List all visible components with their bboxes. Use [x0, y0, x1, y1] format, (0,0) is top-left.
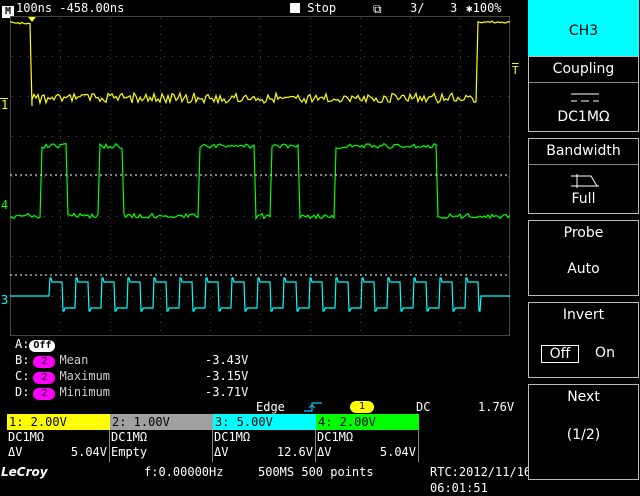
ch1-marker-line	[0, 98, 8, 99]
timebase-readout: 100ns -458.00ns	[16, 1, 125, 15]
ch3-scale[interactable]: 3: 5.00V	[213, 414, 316, 430]
probe-button[interactable]: Probe Auto	[528, 220, 639, 296]
acquisition-count: 3/	[410, 1, 425, 15]
ch4-marker[interactable]: 4	[1, 198, 8, 212]
gear-icon: ✱	[466, 2, 473, 15]
ch4-scale[interactable]: 4: 2.00V	[316, 414, 419, 430]
bandwidth-filter-icon	[571, 174, 599, 188]
ch2-details: DC1MΩ Empty	[110, 430, 213, 462]
ch4-details: DC1MΩ ΔV 5.04V	[316, 430, 419, 462]
dc-coupling-icon	[571, 93, 599, 102]
measurement-b[interactable]: B: 2 Mean -3.43V	[15, 352, 315, 368]
brand-logo: LeCroy	[1, 465, 48, 479]
acquisition-total: 3	[450, 1, 458, 15]
invert-button[interactable]: Invert Off On	[528, 302, 639, 378]
trigger-coupling: DC	[416, 400, 431, 414]
ch1-scale[interactable]: 1: 2.00V	[7, 414, 110, 430]
ch3-details: DC1MΩ ΔV 12.6V	[213, 430, 316, 462]
invert-on-option[interactable]: On	[585, 345, 625, 361]
run-state[interactable]: Stop	[290, 0, 336, 16]
waveform-display[interactable]	[10, 16, 510, 336]
trigger-type: Edge	[256, 400, 285, 414]
trigger-position-marker[interactable]	[28, 17, 36, 22]
rtc-readout: RTC:2012/11/16 06:01:51	[430, 465, 532, 495]
trigger-source: 1	[350, 401, 374, 413]
measurement-a-toggle[interactable]: Off	[29, 340, 56, 352]
ch1-marker[interactable]: 1	[1, 98, 8, 112]
status-bar: M 100ns -458.00ns Stop ⧉ 3/ 3 ✱100%	[0, 0, 527, 18]
footer-bar: LeCroy f:0.00000Hz 500MS 500 points RTC:…	[0, 464, 531, 495]
measurement-d[interactable]: D: 2 Minimum -3.71V	[15, 384, 315, 400]
trigger-level: 1.76V	[478, 400, 515, 414]
zoom-readout: ✱100%	[466, 1, 502, 15]
rising-edge-icon	[304, 402, 322, 412]
sample-readout: 500MS 500 points	[258, 465, 374, 479]
trigger-level-marker[interactable]: T	[512, 64, 519, 77]
invert-off-option[interactable]: Off	[541, 345, 579, 363]
trigger-info[interactable]: Edge 1 DC 1.76V	[250, 399, 525, 415]
ch2-scale[interactable]: 2: 1.00V	[110, 414, 213, 430]
bandwidth-button[interactable]: Bandwidth Full	[528, 138, 639, 214]
measurement-a[interactable]: A: Off	[15, 336, 315, 352]
coupling-button[interactable]: Coupling DC1MΩ	[528, 56, 639, 132]
channel-menu-title[interactable]: CH3	[528, 0, 639, 62]
stop-icon	[290, 3, 300, 13]
ch1-details: DC1MΩ ΔV 5.04V	[7, 430, 110, 462]
next-page-button[interactable]: Next (1/2)	[528, 384, 639, 480]
measurement-c[interactable]: C: 2 Maximum -3.15V	[15, 368, 315, 384]
history-icon: ⧉	[373, 2, 382, 16]
frequency-readout: f:0.00000Hz	[144, 465, 224, 479]
ch3-marker[interactable]: 3	[1, 293, 8, 307]
